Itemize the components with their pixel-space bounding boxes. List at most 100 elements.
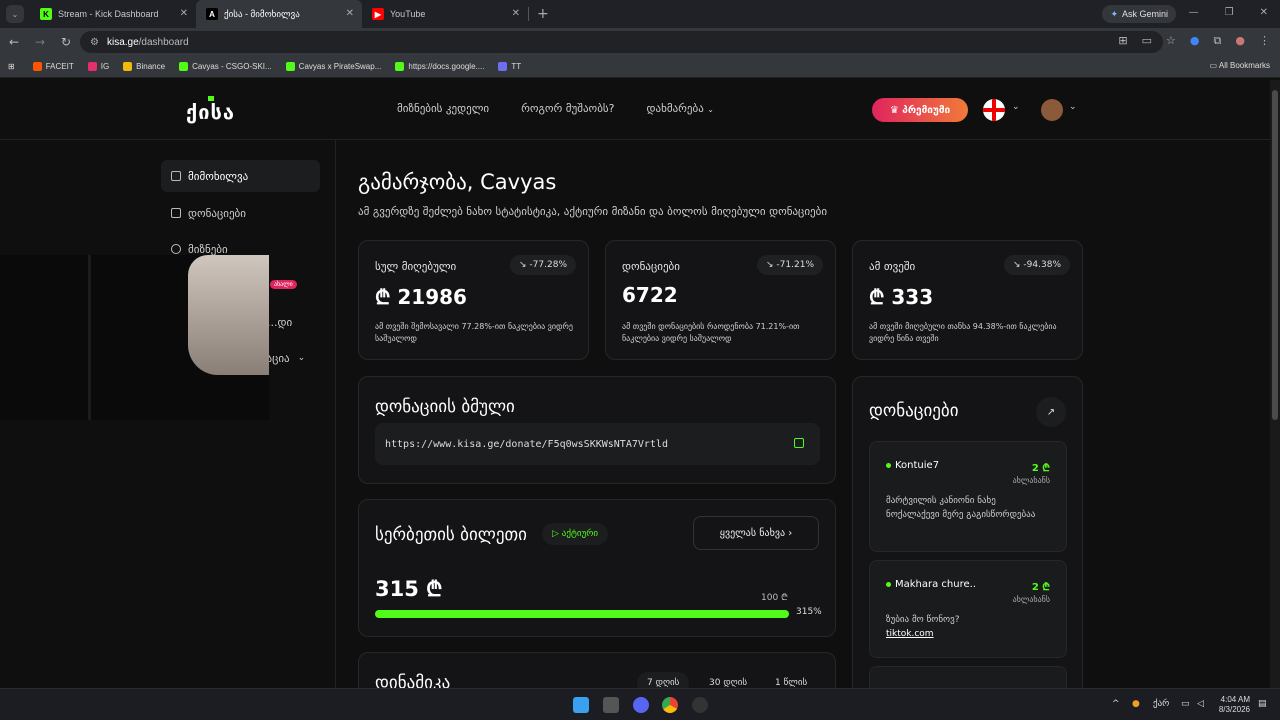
chrome-icon[interactable] (662, 697, 678, 713)
apps-grid-icon[interactable]: ⊞ (8, 62, 15, 71)
donations-panel: დონაციები ↗ Kontuie7 2 ₾ ახლახანს მარტვი… (852, 376, 1083, 688)
bookmark-item[interactable]: Binance (123, 62, 165, 71)
all-bookmarks-label: All Bookmarks (1218, 61, 1270, 70)
sidebar-item-overview[interactable]: მიმოხილვა (161, 160, 320, 192)
forward-icon[interactable]: → (28, 35, 52, 49)
extension-icon[interactable]: ● (1190, 34, 1200, 48)
discord-icon[interactable] (633, 697, 649, 713)
page-scrollbar[interactable] (1270, 80, 1280, 688)
bookmark-star-icon[interactable]: ☆ (1166, 34, 1176, 48)
chevron-down-icon[interactable]: ⌄ (1069, 102, 1077, 112)
stat-title: ამ თვეში (869, 260, 916, 273)
donation-message: მარტვილის კანიონი ნახე ნოქალაქევი მერე გ… (886, 496, 1036, 520)
task-view-icon[interactable] (603, 697, 619, 713)
gemini-icon: ✦ (1110, 8, 1118, 19)
donation-url-field[interactable]: https://www.kisa.ge/donate/F5q0wsSKKWsNT… (375, 423, 820, 465)
range-30-days[interactable]: 30 დღის (699, 672, 757, 688)
close-tab-icon[interactable]: ✕ (512, 8, 520, 19)
back-icon[interactable]: ← (2, 35, 26, 49)
extensions-puzzle-icon[interactable]: ⧉ (1214, 34, 1222, 48)
language-indicator[interactable]: ქარ (1153, 699, 1169, 709)
close-window-icon[interactable]: ✕ (1260, 7, 1268, 18)
dynamics-card: დინამიკა 7 დღის 30 დღის 1 წლის (358, 652, 836, 688)
list-item (869, 666, 1067, 688)
bookmark-favicon-icon (498, 62, 508, 71)
kick-favicon-icon: K (40, 8, 52, 20)
tab-label: Stream - Kick Dashboard (58, 9, 159, 19)
close-tab-icon[interactable]: ✕ (180, 8, 188, 19)
url-host: kisa.ge (106, 36, 139, 48)
cast-icon[interactable]: ▭ (1142, 34, 1152, 48)
bookmark-label: Cavyas - CSGO-SKI... (192, 62, 272, 71)
clock[interactable]: 4:04 AM 8/3/2026 (1219, 695, 1250, 715)
bookmark-item[interactable]: IG (87, 62, 109, 71)
all-bookmarks-button[interactable]: ▭ All Bookmarks (1210, 61, 1270, 70)
copy-icon[interactable] (794, 438, 804, 448)
avatar[interactable] (1041, 99, 1063, 121)
browser-tab-strip: ⌄ K Stream - Kick Dashboard ✕ A ქისა - მ… (0, 0, 1280, 28)
tab-kisa-dashboard[interactable]: A ქისა - მიმოხილვა ✕ (196, 0, 362, 28)
range-1-year[interactable]: 1 წლის (765, 672, 817, 688)
chevron-down-icon[interactable]: ⌄ (1012, 102, 1020, 112)
sidebar-item-label: მიმოხილვა (188, 169, 249, 183)
donation-url: https://www.kisa.ge/donate/F5q0wsSKKWsNT… (385, 438, 668, 450)
tab-youtube[interactable]: ▶ YouTube ✕ (362, 0, 528, 28)
georgia-flag-icon[interactable] (983, 99, 1005, 121)
main-nav: მიზნების კედელი როგორ მუშაობს? დახმარება… (397, 102, 714, 115)
premium-button[interactable]: ♛ პრემიუმი (872, 98, 968, 122)
new-tab-button[interactable]: + (537, 6, 549, 22)
new-badge: ახალი (270, 280, 297, 289)
bookmark-item[interactable]: https://docs.google.... (395, 62, 484, 71)
ask-gemini-label: Ask Gemini (1121, 9, 1168, 19)
nav-help[interactable]: დახმარება ⌄ (647, 102, 715, 115)
bookmark-item[interactable]: Cavyas - CSGO-SKI... (179, 62, 272, 71)
tab-label: YouTube (390, 9, 426, 19)
notification-icon[interactable]: ▤ (1258, 699, 1267, 709)
ask-gemini-button[interactable]: ✦ Ask Gemini (1102, 5, 1176, 23)
folder-icon: ▭ (1209, 61, 1219, 70)
instagram-icon (87, 62, 97, 71)
microphone-icon[interactable]: ● (1132, 699, 1140, 709)
tab-kick-dashboard[interactable]: K Stream - Kick Dashboard ✕ (30, 0, 196, 28)
bookmark-favicon-icon (179, 62, 189, 71)
sidebar-item-donations[interactable]: დონაციები (161, 197, 320, 229)
chevron-down-icon: ⌄ (297, 353, 306, 363)
app-icon[interactable] (692, 697, 708, 713)
maximize-icon[interactable]: ❐ (1225, 7, 1234, 18)
windows-start-icon[interactable] (573, 697, 589, 713)
site-info-icon[interactable]: ⚙ (90, 37, 99, 48)
tab-search-button[interactable]: ⌄ (6, 5, 24, 23)
donation-time: ახლახანს (1012, 595, 1050, 604)
reload-icon[interactable]: ↻ (54, 35, 78, 49)
donation-link[interactable]: tiktok.com (886, 627, 1046, 641)
url-path: /dashboard (138, 36, 189, 48)
external-link-icon[interactable]: ↗ (1036, 397, 1066, 427)
nav-how-it-works[interactable]: როგორ მუშაობს? (521, 102, 614, 115)
webcam-background-line (88, 255, 91, 420)
close-tab-icon[interactable]: ✕ (346, 8, 354, 19)
scrollbar-thumb[interactable] (1272, 90, 1278, 420)
volume-icon[interactable]: ◁ (1197, 699, 1204, 709)
range-7-days[interactable]: 7 დღის (637, 672, 690, 688)
nav-goals-wall[interactable]: მიზნების კედელი (397, 102, 489, 115)
bookmark-item[interactable]: TT (498, 62, 521, 71)
profile-icon[interactable]: ● (1235, 34, 1245, 48)
bookmark-item[interactable]: FACEIT (32, 62, 74, 71)
binance-icon (123, 62, 133, 71)
stat-title: დონაციები (622, 260, 680, 273)
view-all-button[interactable]: ყველას ნახვა › (693, 516, 819, 550)
menu-kebab-icon[interactable]: ⋮ (1259, 34, 1270, 48)
kisa-logo[interactable]: ქისა (186, 100, 235, 124)
minimize-icon[interactable]: — (1189, 7, 1199, 18)
translate-icon[interactable]: ⊞ (1118, 34, 1127, 48)
bookmark-item[interactable]: Cavyas x PirateSwap... (285, 62, 381, 71)
bookmark-favicon-icon (285, 62, 295, 71)
donation-time: ახლახანს (1012, 476, 1050, 485)
faceit-icon (32, 62, 42, 71)
tab-label: ქისა - მიმოხილვა (224, 8, 300, 19)
donor-name: Kontuie7 (886, 460, 939, 471)
network-icon[interactable]: ▭ (1181, 699, 1190, 709)
status-badge: ▷ აქტიური (542, 523, 609, 545)
chevron-up-icon[interactable]: ^ (1112, 699, 1120, 709)
address-bar[interactable]: ⚙ kisa.ge /dashboard (80, 31, 1163, 53)
